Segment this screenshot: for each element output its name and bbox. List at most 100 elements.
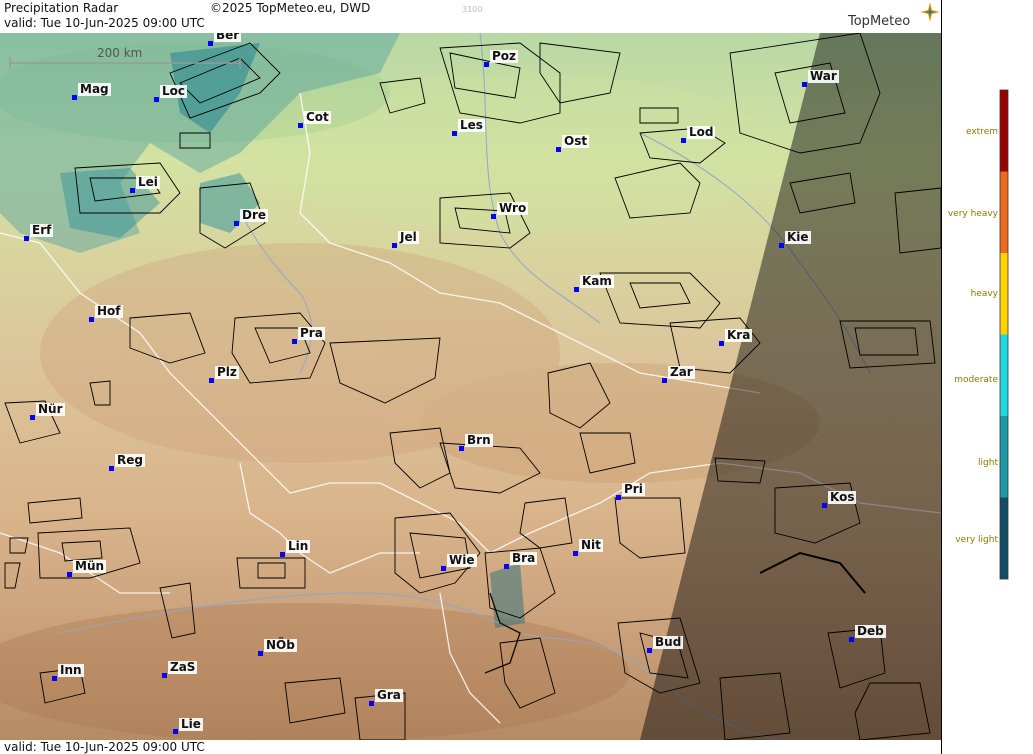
scale-bar-label: 200 km	[97, 46, 143, 60]
radar-map[interactable]: 200 km Ber Poz War Mag Loc Cot Les Ost Lod Lei Dre…	[0, 33, 941, 740]
city-marker-icon	[574, 287, 579, 292]
city-marker-icon	[258, 651, 263, 656]
valid-time-header: valid: Tue 10-Jun-2025 09:00 UTC	[4, 16, 205, 30]
city-label-inn: Inn	[58, 663, 84, 677]
city-label-loc: Loc	[160, 84, 188, 98]
city-marker-icon	[647, 648, 652, 653]
city-marker-icon	[484, 62, 489, 67]
city-marker-icon	[616, 495, 621, 500]
city-label-plz: Plz	[215, 365, 239, 379]
city-label-poz: Poz	[490, 49, 519, 63]
city-label-cot: Cot	[304, 110, 331, 124]
city-label-mag: Mag	[78, 82, 111, 96]
city-label-pri: Pri	[622, 482, 645, 496]
city-marker-icon	[662, 378, 667, 383]
map-code: 3100	[462, 5, 483, 14]
city-label-deb: Deb	[855, 624, 886, 638]
city-label-ost: Ost	[562, 134, 590, 148]
city-marker-icon	[24, 236, 29, 241]
city-marker-icon	[556, 147, 561, 152]
city-marker-icon	[441, 566, 446, 571]
city-label-wro: Wro	[497, 201, 529, 215]
city-marker-icon	[369, 701, 374, 706]
legend-swatch-very-light	[1000, 497, 1008, 579]
valid-time-footer: valid: Tue 10-Jun-2025 09:00 UTC	[4, 740, 205, 754]
city-marker-icon	[154, 97, 159, 102]
city-marker-icon	[459, 446, 464, 451]
city-label-pra: Pra	[298, 326, 325, 340]
city-label-ber: Ber	[214, 33, 242, 42]
city-marker-icon	[491, 214, 496, 219]
legend-swatch-extrem	[1000, 90, 1008, 172]
city-label-brn: Brn	[465, 433, 493, 447]
city-label-les: Les	[458, 118, 485, 132]
city-label-nür: Nür	[36, 402, 65, 416]
map-header: Precipitation Radar ©2025 TopMeteo.eu, D…	[0, 0, 942, 33]
city-marker-icon	[173, 729, 178, 734]
legend-label-heavy: heavy	[970, 289, 998, 299]
city-label-war: War	[808, 69, 839, 83]
legend-swatch-moderate	[1000, 334, 1008, 416]
legend-label-light: light	[978, 458, 998, 468]
city-label-zar: Zar	[668, 365, 695, 379]
city-marker-icon	[130, 188, 135, 193]
city-marker-icon	[208, 41, 213, 46]
city-label-kra: Kra	[725, 328, 753, 342]
city-label-reg: Reg	[115, 453, 145, 467]
city-label-kie: Kie	[785, 230, 811, 244]
city-marker-icon	[67, 572, 72, 577]
legend-label-very-light: very light	[955, 535, 998, 545]
city-marker-icon	[280, 552, 285, 557]
city-marker-icon	[779, 243, 784, 248]
city-marker-icon	[162, 673, 167, 678]
map-footer: valid: Tue 10-Jun-2025 09:00 UTC	[0, 740, 942, 754]
legend-swatch-heavy	[1000, 253, 1008, 335]
city-label-dre: Dre	[240, 208, 269, 222]
city-marker-icon	[452, 131, 457, 136]
legend-swatch-very-heavy	[1000, 171, 1008, 253]
city-marker-icon	[209, 378, 214, 383]
city-marker-icon	[298, 123, 303, 128]
city-label-gra: Gra	[375, 688, 403, 702]
legend-label-moderate: moderate	[954, 375, 998, 385]
city-marker-icon	[52, 676, 57, 681]
city-label-lei: Lei	[136, 175, 160, 189]
city-label-mün: Mün	[73, 559, 107, 573]
city-label-lod: Lod	[687, 125, 716, 139]
city-label-nöb: NÖb	[264, 638, 297, 652]
map-title: Precipitation Radar	[4, 1, 119, 15]
city-label-lin: Lin	[286, 539, 311, 553]
city-marker-icon	[72, 95, 77, 100]
city-label-kos: Kos	[828, 490, 857, 504]
city-marker-icon	[89, 317, 94, 322]
city-marker-icon	[234, 221, 239, 226]
city-marker-icon	[109, 466, 114, 471]
city-marker-icon	[802, 82, 807, 87]
city-label-bud: Bud	[653, 635, 684, 649]
copyright-text: ©2025 TopMeteo.eu, DWD	[210, 1, 371, 15]
city-label-jel: Jel	[398, 230, 419, 244]
city-label-erf: Erf	[30, 223, 54, 237]
topmeteo-logo: TopMeteo	[848, 14, 911, 29]
city-label-kam: Kam	[580, 274, 614, 288]
city-marker-icon	[719, 341, 724, 346]
city-marker-icon	[573, 551, 578, 556]
city-marker-icon	[681, 138, 686, 143]
city-label-hof: Hof	[95, 304, 123, 318]
city-label-zas: ZaS	[168, 660, 198, 674]
legend-label-very-heavy: very heavy	[947, 209, 998, 219]
city-marker-icon	[822, 503, 827, 508]
city-marker-icon	[392, 243, 397, 248]
legend-label-extrem: extrem	[965, 127, 998, 137]
city-marker-icon	[30, 415, 35, 420]
city-label-bra: Bra	[510, 551, 538, 565]
map-graphics	[0, 33, 941, 740]
precipitation-legend: extrem very heavy heavy moderate light very l…	[943, 0, 1033, 754]
city-label-wie: Wie	[447, 553, 477, 567]
city-marker-icon	[849, 637, 854, 642]
city-marker-icon	[504, 564, 509, 569]
compass-star-icon	[920, 2, 940, 22]
city-label-nit: Nit	[579, 538, 603, 552]
city-marker-icon	[292, 339, 297, 344]
city-label-lie: Lie	[179, 717, 203, 731]
